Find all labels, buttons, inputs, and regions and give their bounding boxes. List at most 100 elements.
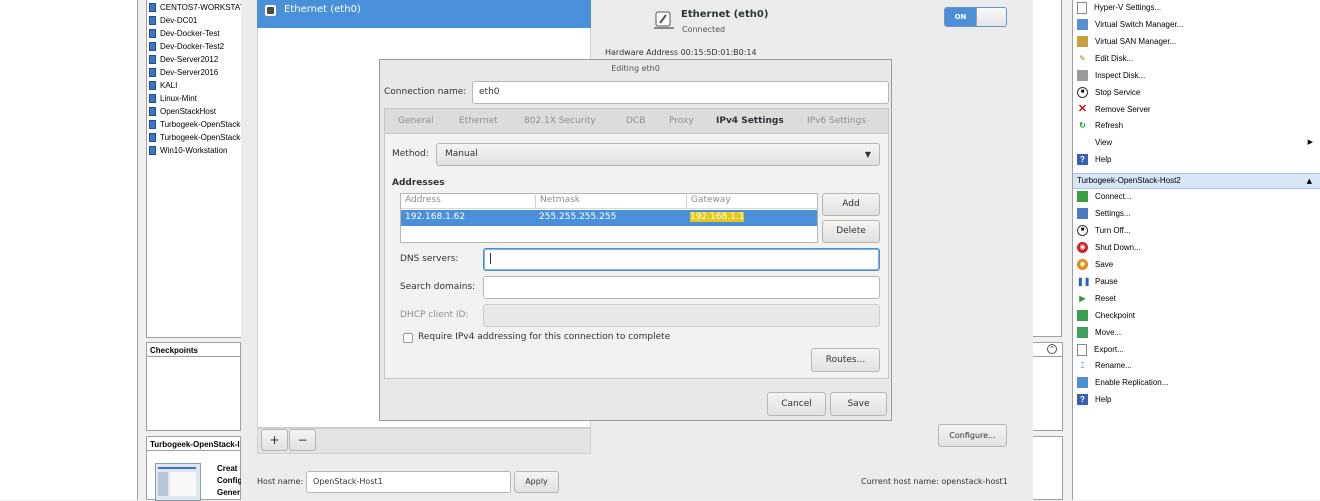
method-value: Manual <box>445 149 478 159</box>
action-edit-disk[interactable]: ✎ Edit Disk... <box>1077 51 1133 67</box>
vm-list-item[interactable]: Linux-Mint <box>149 92 242 105</box>
edit-disk-icon: ✎ <box>1079 54 1086 64</box>
apply-button[interactable]: Apply <box>514 471 559 493</box>
ethernet-icon <box>265 5 276 16</box>
vm-list-item[interactable]: Win10-Workstation <box>149 144 242 157</box>
tab-dcb[interactable]: DCB <box>626 116 645 134</box>
tab-8021x-security[interactable]: 802.1X Security <box>524 116 596 134</box>
vm-list-item[interactable]: Dev-Server2012 <box>149 53 242 66</box>
action-checkpoint[interactable]: Checkpoint <box>1077 308 1135 324</box>
vm-icon <box>149 107 156 117</box>
vm-list-item[interactable]: OpenStackHost <box>149 105 242 118</box>
tab-ipv4-settings[interactable]: IPv4 Settings <box>712 116 788 136</box>
column-address: Address <box>405 195 441 205</box>
action-enable-replication[interactable]: Enable Replication... <box>1077 375 1168 391</box>
tab-general[interactable]: General <box>398 116 433 134</box>
dhcp-client-id-input <box>483 304 880 327</box>
action-label: Refresh <box>1095 121 1124 130</box>
device-toggle[interactable]: ON <box>944 7 1007 27</box>
tab-proxy[interactable]: Proxy <box>669 116 694 134</box>
action-help-vm[interactable]: ? Help <box>1077 392 1111 408</box>
require-ipv4-checkbox[interactable] <box>403 333 413 343</box>
action-hyperv-settings[interactable]: Hyper-V Settings... <box>1077 0 1161 16</box>
collapse-up-icon[interactable]: ▲ <box>1307 174 1312 188</box>
action-save[interactable]: ◉ Save <box>1077 257 1113 273</box>
action-turn-off[interactable]: ■ Turn Off... <box>1077 223 1131 239</box>
pause-icon: ❚❚ <box>1077 277 1091 287</box>
action-stop-service[interactable]: ■ Stop Service <box>1077 85 1140 101</box>
add-connection-button[interactable]: + <box>261 429 288 451</box>
vm-list-item[interactable]: Dev-DC01 <box>149 14 242 27</box>
netmask-cell[interactable]: 255.255.255.255 <box>539 212 616 222</box>
checkpoints-header: Checkpoints <box>146 342 241 357</box>
action-label: Reset <box>1095 294 1116 303</box>
gateway-cell[interactable]: 192.168.1.1 <box>690 212 745 222</box>
vm-summary: Creat Config Gener <box>217 463 242 499</box>
collapse-icon[interactable]: ⌃ <box>1047 344 1057 354</box>
connection-name-label: Connection name: <box>384 87 467 97</box>
vm-icon <box>149 16 156 26</box>
device-status: Connected <box>682 25 726 34</box>
action-reset[interactable]: ▶ Reset <box>1077 291 1116 307</box>
action-refresh[interactable]: ↻ Refresh <box>1077 118 1123 134</box>
address-row-selected[interactable]: 192.168.1.62 255.255.255.255 192.168.1.1 <box>401 210 817 226</box>
column-gateway: Gateway <box>691 195 731 205</box>
action-label: Turn Off... <box>1095 226 1131 235</box>
vm-icon <box>149 55 156 65</box>
action-inspect-disk[interactable]: Inspect Disk... <box>1077 68 1145 84</box>
action-connect[interactable]: Connect... <box>1077 189 1131 205</box>
action-shut-down[interactable]: ◉ Shut Down... <box>1077 240 1141 256</box>
toggle-on-label: ON <box>945 8 976 26</box>
vm-name: Turbogeek-OpenStack- <box>160 133 242 142</box>
text-cursor <box>490 253 491 264</box>
action-label: Export... <box>1094 345 1124 354</box>
vm-icon <box>149 81 156 91</box>
hostname-label: Host name: <box>257 477 304 486</box>
connection-name-input[interactable]: eth0 <box>472 81 889 104</box>
network-wired-icon <box>653 9 675 31</box>
dns-servers-input[interactable] <box>483 248 880 271</box>
vm-list-item[interactable]: KALI <box>149 79 242 92</box>
action-virtual-switch-manager[interactable]: Virtual Switch Manager... <box>1077 17 1183 33</box>
add-address-button[interactable]: Add <box>822 193 880 216</box>
vm-name: OpenStackHost <box>160 107 217 116</box>
save-button[interactable]: Save <box>830 392 887 416</box>
action-virtual-san-manager[interactable]: Virtual SAN Manager... <box>1077 34 1176 50</box>
tab-ethernet[interactable]: Ethernet <box>459 116 498 134</box>
connection-list-item-selected[interactable]: Ethernet (eth0) <box>257 0 591 28</box>
action-pause[interactable]: ❚❚ Pause <box>1077 274 1118 290</box>
action-export[interactable]: Export... <box>1077 342 1124 358</box>
configure-button[interactable]: Configure... <box>938 424 1007 447</box>
hardware-address: Hardware Address 00:15:5D:01:B0:14 <box>605 48 757 57</box>
action-settings[interactable]: Settings... <box>1077 206 1131 222</box>
reset-icon: ▶ <box>1079 294 1086 304</box>
action-view[interactable]: View ▶ <box>1077 135 1313 151</box>
submenu-arrow-icon: ▶ <box>1307 139 1313 146</box>
tab-ipv6-settings[interactable]: IPv6 Settings <box>807 116 866 134</box>
vm-list-item[interactable]: Dev-Docker-Test <box>149 27 242 40</box>
action-help[interactable]: ? Help <box>1077 152 1111 168</box>
vm-name: Dev-Server2012 <box>160 55 219 64</box>
dns-servers-label: DNS servers: <box>400 254 459 264</box>
address-cell[interactable]: 192.168.1.62 <box>405 212 465 222</box>
action-rename[interactable]: ⌶ Rename... <box>1077 358 1132 374</box>
hostname-input[interactable]: OpenStack-Host1 <box>306 471 511 493</box>
vm-list-item[interactable]: CENTOS7-WORKSTAT <box>149 1 242 14</box>
delete-address-button[interactable]: Delete <box>822 220 880 243</box>
vm-list-item[interactable]: Turbogeek-OpenStack- <box>149 118 242 131</box>
vm-list-item[interactable]: Dev-Docker-Test2 <box>149 40 242 53</box>
vm-list-item[interactable]: Dev-Server2016 <box>149 66 242 79</box>
column-divider <box>686 195 687 208</box>
action-move[interactable]: Move... <box>1077 325 1121 341</box>
cancel-button[interactable]: Cancel <box>767 392 826 416</box>
action-label: Help <box>1095 395 1112 404</box>
vm-actions-header[interactable]: Turbogeek-OpenStack-Host2 ▲ <box>1073 173 1320 189</box>
inspect-disk-icon <box>1077 70 1088 82</box>
remove-connection-button[interactable]: − <box>289 429 316 451</box>
action-remove-server[interactable]: ✕ Remove Server <box>1077 102 1151 118</box>
vm-name: Linux-Mint <box>160 94 197 103</box>
search-domains-input[interactable] <box>483 276 880 299</box>
routes-button[interactable]: Routes... <box>811 348 880 372</box>
method-dropdown[interactable]: Manual ▼ <box>436 143 880 166</box>
vm-list-item[interactable]: Turbogeek-OpenStack- <box>149 131 242 144</box>
